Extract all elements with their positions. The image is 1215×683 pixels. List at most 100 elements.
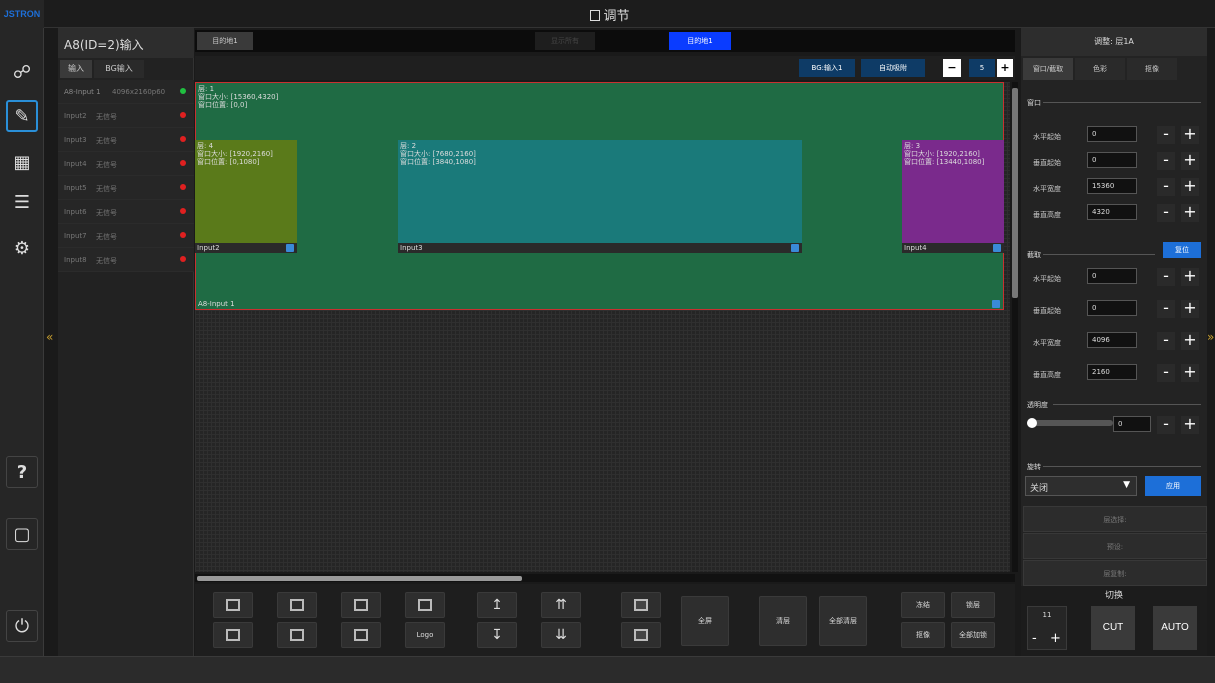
- window-width-input[interactable]: 15360: [1087, 178, 1137, 194]
- increment-button[interactable]: +: [1181, 416, 1199, 434]
- tab-input[interactable]: 输入: [60, 60, 92, 78]
- send-backward-icon[interactable]: ↧: [477, 622, 517, 648]
- tab-window-crop[interactable]: 窗口/截取: [1023, 58, 1073, 80]
- lock-layer-button[interactable]: 锁层: [951, 592, 995, 618]
- layout-canvas[interactable]: 层: 1 窗口大小: [15360,4320] 窗口位置: [0,0] A8-I…: [195, 82, 1010, 572]
- help-icon[interactable]: ?: [6, 456, 38, 488]
- decrement-button[interactable]: -: [1157, 268, 1175, 286]
- align-bottom-left-button[interactable]: [213, 622, 253, 648]
- input-list-item[interactable]: Input8 无信号: [58, 248, 194, 272]
- window-height-input[interactable]: 4320: [1087, 204, 1137, 220]
- decrement-button[interactable]: -: [1157, 364, 1175, 382]
- rotate-select[interactable]: 关闭 ▼: [1025, 476, 1137, 496]
- align-center-button[interactable]: [277, 622, 317, 648]
- input-list-item[interactable]: Input2 无信号: [58, 104, 194, 128]
- switch-plus-button[interactable]: +: [1050, 631, 1061, 646]
- auto-button[interactable]: AUTO: [1153, 606, 1197, 650]
- apply-button[interactable]: 应用: [1145, 476, 1201, 496]
- switch-minus-button[interactable]: -: [1032, 631, 1037, 646]
- input-list-item[interactable]: Input3 无信号: [58, 128, 194, 152]
- opacity-input[interactable]: 0: [1113, 416, 1151, 432]
- crop-height-input[interactable]: 2160: [1087, 364, 1137, 380]
- tab-color[interactable]: 色彩: [1075, 58, 1125, 80]
- tab-bg-input[interactable]: BG输入: [94, 60, 144, 78]
- logo-button[interactable]: Logo: [405, 622, 445, 648]
- decrement-button[interactable]: -: [1157, 204, 1175, 222]
- increment-button[interactable]: +: [1181, 152, 1199, 170]
- bring-to-front-icon[interactable]: ⇈: [541, 592, 581, 618]
- list-icon[interactable]: ☰: [6, 186, 38, 218]
- grid-minus-button[interactable]: −: [943, 59, 961, 77]
- increment-button[interactable]: +: [1181, 332, 1199, 350]
- decrement-button[interactable]: -: [1157, 126, 1175, 144]
- increment-button[interactable]: +: [1181, 126, 1199, 144]
- lock-icon[interactable]: [992, 300, 1000, 308]
- increment-button[interactable]: +: [1181, 364, 1199, 382]
- layer-window-2[interactable]: 层: 2 窗口大小: [7680,2160] 窗口位置: [3840,1080]…: [398, 140, 802, 253]
- input-list-item[interactable]: A8-Input 1 4096x2160p60: [58, 80, 194, 104]
- lock-all-button[interactable]: 全部加锁: [951, 622, 995, 648]
- opacity-slider-handle[interactable]: [1027, 418, 1037, 428]
- horizontal-scroll-thumb[interactable]: [197, 576, 522, 581]
- decrement-button[interactable]: -: [1157, 300, 1175, 318]
- fullscreen-button[interactable]: 全屏: [681, 596, 729, 646]
- show-all-button[interactable]: 显示所有: [535, 32, 595, 50]
- bring-forward-icon[interactable]: ↥: [477, 592, 517, 618]
- layer-select-button[interactable]: 层选择:: [1023, 506, 1207, 532]
- window-h-start-input[interactable]: 0: [1087, 126, 1137, 142]
- layer-window-3[interactable]: 层: 3 窗口大小: [1920,2160] 窗口位置: [13440,1080…: [902, 140, 1004, 253]
- auto-snap-button[interactable]: 自动吸附: [861, 59, 925, 77]
- tab-destination-left[interactable]: 目的地1: [197, 32, 253, 50]
- clear-all-layers-button[interactable]: 全部清层: [819, 596, 867, 646]
- layer-copy-button[interactable]: 层复制:: [1023, 560, 1207, 586]
- cut-button[interactable]: CUT: [1091, 606, 1135, 650]
- increment-button[interactable]: +: [1181, 178, 1199, 196]
- link-icon[interactable]: ☍: [6, 56, 38, 88]
- freeze-button[interactable]: 冻结: [901, 592, 945, 618]
- preset-button[interactable]: 预设:: [1023, 533, 1207, 559]
- decrement-button[interactable]: -: [1157, 178, 1175, 196]
- input-list-item[interactable]: Input7 无信号: [58, 224, 194, 248]
- stretch-horizontal-icon[interactable]: [621, 592, 661, 618]
- bg-input-button[interactable]: BG:输入1: [799, 59, 855, 77]
- grid-icon[interactable]: ▦: [6, 146, 38, 178]
- decrement-button[interactable]: -: [1157, 152, 1175, 170]
- lock-icon[interactable]: [791, 244, 799, 252]
- keying-button[interactable]: 抠像: [901, 622, 945, 648]
- decrement-button[interactable]: -: [1157, 416, 1175, 434]
- edit-icon[interactable]: ✎: [6, 100, 38, 132]
- clear-layer-button[interactable]: 清层: [759, 596, 807, 646]
- opacity-slider[interactable]: [1027, 420, 1113, 426]
- input-list-item[interactable]: Input5 无信号: [58, 176, 194, 200]
- align-right-button[interactable]: [405, 592, 445, 618]
- crop-width-input[interactable]: 4096: [1087, 332, 1137, 348]
- crop-h-start-input[interactable]: 0: [1087, 268, 1137, 284]
- input-list-item[interactable]: Input6 无信号: [58, 200, 194, 224]
- align-left-button[interactable]: [341, 592, 381, 618]
- gear-icon[interactable]: ⚙: [6, 232, 38, 264]
- align-middle-button[interactable]: [341, 622, 381, 648]
- send-to-back-icon[interactable]: ⇊: [541, 622, 581, 648]
- power-icon[interactable]: ⏻: [6, 610, 38, 642]
- crop-v-start-input[interactable]: 0: [1087, 300, 1137, 316]
- lock-icon[interactable]: [286, 244, 294, 252]
- expand-right-icon[interactable]: »: [1207, 330, 1214, 344]
- save-icon[interactable]: ▢: [6, 518, 38, 550]
- align-top-center-button[interactable]: [277, 592, 317, 618]
- switch-value[interactable]: 11: [1028, 611, 1066, 619]
- grid-plus-button[interactable]: +: [997, 59, 1013, 77]
- vertical-scroll-thumb[interactable]: [1012, 88, 1018, 298]
- increment-button[interactable]: +: [1181, 204, 1199, 222]
- reset-button[interactable]: 复位: [1163, 242, 1201, 258]
- layer-window-4[interactable]: 层: 4 窗口大小: [1920,2160] 窗口位置: [0,1080] In…: [195, 140, 297, 253]
- lock-icon[interactable]: [993, 244, 1001, 252]
- increment-button[interactable]: +: [1181, 300, 1199, 318]
- window-v-start-input[interactable]: 0: [1087, 152, 1137, 168]
- stretch-vertical-icon[interactable]: [621, 622, 661, 648]
- increment-button[interactable]: +: [1181, 268, 1199, 286]
- tab-destination-active[interactable]: 目的地1: [669, 32, 731, 50]
- decrement-button[interactable]: -: [1157, 332, 1175, 350]
- tab-keying[interactable]: 抠像: [1127, 58, 1177, 80]
- input-list-item[interactable]: Input4 无信号: [58, 152, 194, 176]
- align-top-left-button[interactable]: [213, 592, 253, 618]
